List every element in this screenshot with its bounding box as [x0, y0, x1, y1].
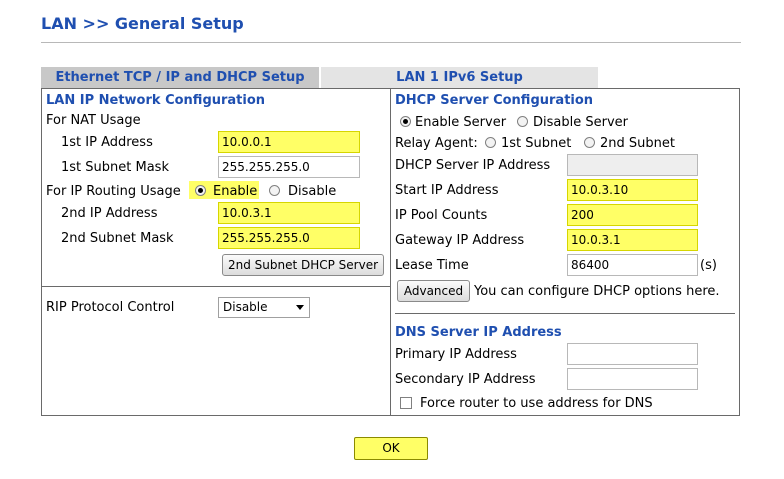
lease-time-input[interactable]: 86400	[567, 254, 698, 276]
force-dns-checkbox[interactable]	[400, 397, 412, 409]
rip-label: RIP Protocol Control	[46, 300, 175, 315]
routing-disable-label: Disable	[288, 184, 337, 199]
dhcp2-server-button[interactable]: 2nd Subnet DHCP Server	[222, 254, 384, 276]
lease-time-label: Lease Time	[395, 258, 469, 273]
routing-disable-radio[interactable]	[269, 185, 280, 196]
dns-secondary-input[interactable]	[567, 368, 698, 390]
advanced-button[interactable]: Advanced	[397, 280, 470, 302]
dhcp-enable-server-label: Enable Server	[415, 115, 507, 130]
gateway-ip-label: Gateway IP Address	[395, 233, 525, 248]
title-divider	[41, 42, 741, 43]
mask1-label: 1st Subnet Mask	[61, 160, 169, 175]
start-ip-input[interactable]: 10.0.3.10	[567, 179, 698, 201]
dhcp-enable-server-radio[interactable]	[400, 116, 411, 127]
page-title: LAN >> General Setup	[41, 14, 244, 33]
relay-1st-subnet-label: 1st Subnet	[501, 136, 572, 151]
ok-button[interactable]: OK	[354, 437, 428, 460]
routing-enable-radio[interactable]	[195, 185, 206, 196]
dns-divider	[395, 313, 735, 314]
dns-section-heading: DNS Server IP Address	[395, 325, 562, 340]
dhcp-server-ip-input[interactable]	[567, 154, 698, 176]
lease-time-unit: (s)	[700, 258, 717, 273]
gateway-ip-input[interactable]: 10.0.3.1	[567, 229, 698, 251]
force-dns-label: Force router to use address for DNS	[420, 396, 653, 411]
dhcp-disable-server-label: Disable Server	[533, 115, 628, 130]
dns-primary-input[interactable]	[567, 343, 698, 365]
routing-usage-label: For IP Routing Usage	[46, 184, 181, 199]
mask1-input[interactable]: 255.255.255.0	[218, 156, 360, 178]
ip2-label: 2nd IP Address	[61, 206, 158, 221]
dhcp-server-ip-label: DHCP Server IP Address	[395, 158, 551, 173]
mask2-input[interactable]: 255.255.255.0	[218, 227, 360, 249]
advanced-hint: You can configure DHCP options here.	[474, 284, 720, 299]
mask2-label: 2nd Subnet Mask	[61, 231, 174, 246]
dhcp-disable-server-radio[interactable]	[517, 116, 528, 127]
relay-1st-subnet-radio[interactable]	[485, 137, 496, 148]
pool-counts-label: IP Pool Counts	[395, 208, 488, 223]
tab-ethernet-tcp-ip-dhcp[interactable]: Ethernet TCP / IP and DHCP Setup	[41, 67, 319, 88]
tab-lan1-ipv6[interactable]: LAN 1 IPv6 Setup	[321, 67, 598, 88]
start-ip-label: Start IP Address	[395, 183, 499, 198]
pool-counts-input[interactable]: 200	[567, 204, 698, 226]
relay-agent-label: Relay Agent:	[395, 136, 478, 151]
dhcp-section-heading: DHCP Server Configuration	[395, 93, 594, 108]
chevron-down-icon	[296, 305, 304, 310]
rip-select-value: Disable	[223, 300, 268, 314]
rip-divider	[41, 286, 390, 287]
ip2-input[interactable]: 10.0.3.1	[218, 202, 360, 224]
lan-ip-section-heading: LAN IP Network Configuration	[46, 93, 266, 108]
nat-usage-label: For NAT Usage	[46, 113, 141, 128]
ip1-input[interactable]: 10.0.0.1	[218, 131, 360, 153]
relay-2nd-subnet-radio[interactable]	[584, 137, 595, 148]
dns-primary-label: Primary IP Address	[395, 347, 517, 362]
routing-enable-label: Enable	[213, 184, 258, 199]
relay-2nd-subnet-label: 2nd Subnet	[600, 136, 675, 151]
column-divider	[390, 88, 391, 416]
rip-select[interactable]: Disable	[218, 297, 310, 318]
dns-secondary-label: Secondary IP Address	[395, 372, 536, 387]
ip1-label: 1st IP Address	[61, 135, 153, 150]
